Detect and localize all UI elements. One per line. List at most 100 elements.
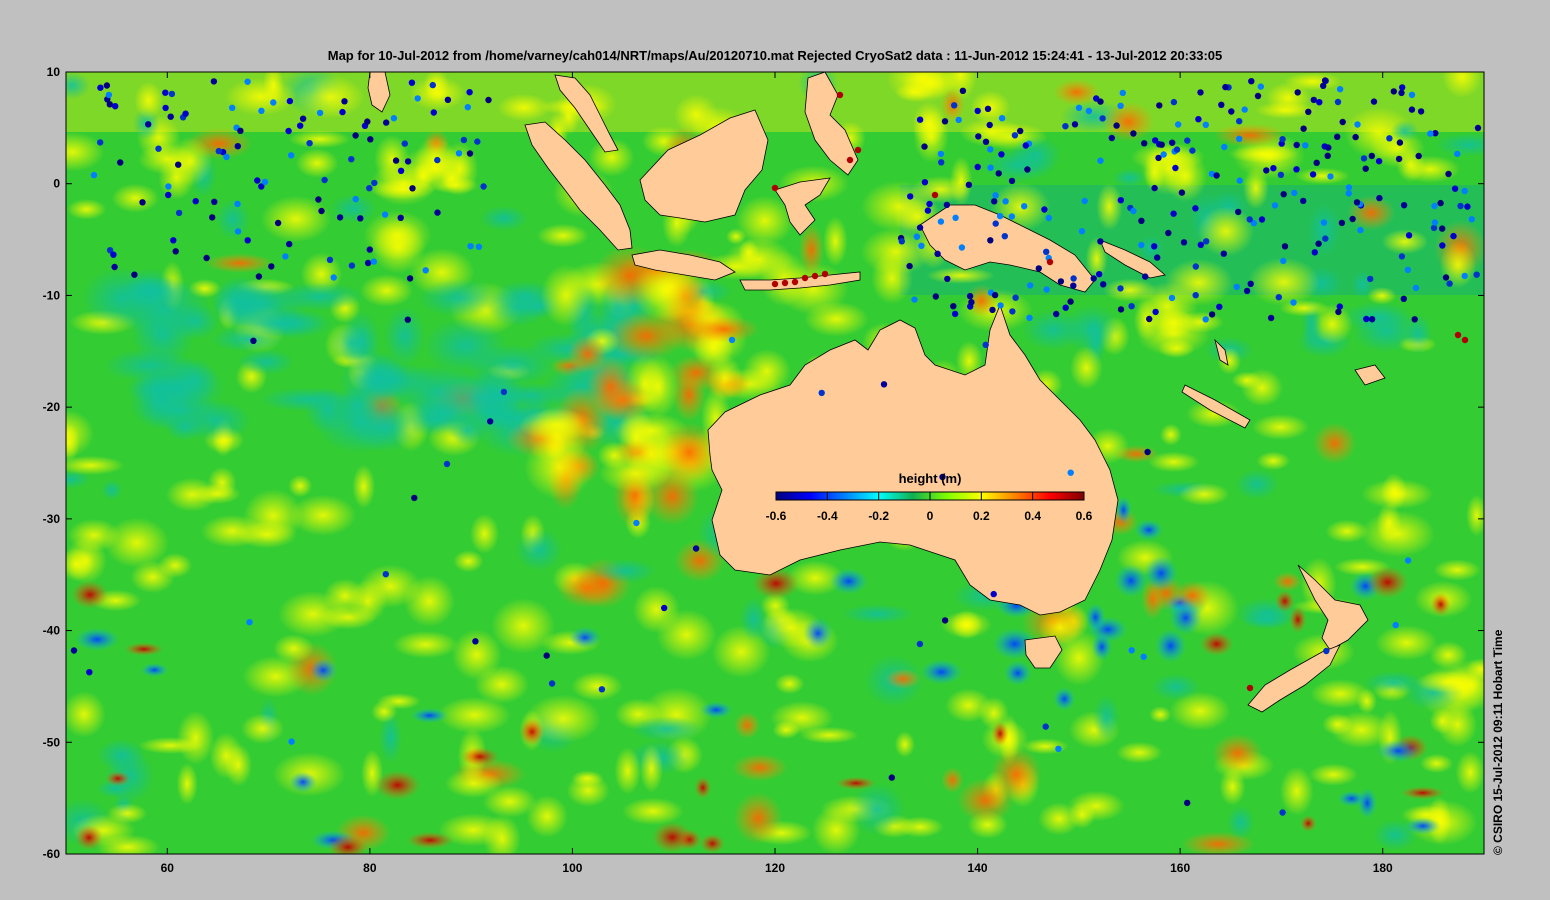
rejected-data-point [155,145,162,152]
eac-eddy [1114,564,1148,598]
rejected-data-point [1464,203,1471,210]
rejected-data-point [1075,104,1083,112]
rejected-data-point [348,262,356,269]
rejected-data-point [352,195,359,203]
rejected-data-point [1280,257,1287,265]
positive-anomaly [1419,753,1454,774]
rejected-data-point [336,214,344,221]
rejected-data-point [1246,216,1253,223]
rejected-data-point [916,224,924,231]
rejected-data-point [254,177,261,184]
rejected-data-point [911,296,918,303]
mesoscale-eddy [410,708,449,723]
rejected-data-point [931,191,939,199]
rejected-data-point [255,273,263,280]
negative-anomaly [215,199,250,240]
rejected-data-point [1236,177,1243,184]
rejected-data-point [422,267,429,274]
rejected-data-point [86,669,93,676]
rejected-data-point [430,109,437,116]
positive-anomaly [296,75,365,119]
rejected-data-point [1138,241,1145,249]
rejected-data-point [1002,198,1009,205]
positive-anomaly [632,585,681,634]
rejected-data-point [1175,121,1182,128]
rejected-data-point [444,96,452,104]
rejected-data-point [1184,799,1191,807]
rejected-data-point [364,118,371,125]
positive-anomaly [1178,482,1230,506]
rejected-data-point [1170,210,1177,217]
rejected-data-point [1310,96,1318,104]
negative-anomaly [1234,469,1279,500]
positive-anomaly [1433,559,1482,581]
rejected-data-point [1404,266,1412,273]
rejected-data-point [406,275,414,282]
rejected-data-point [460,136,468,144]
rejected-data-point [203,254,210,262]
rejected-data-point [791,278,799,286]
rejected-data-point [112,103,119,110]
rejected-data-point [1281,243,1289,250]
rejected-data-point [1400,202,1408,209]
negative-anomaly-band [235,310,323,337]
positive-anomaly [66,691,106,738]
negative-anomaly-band [329,324,376,363]
rejected-data-point [811,272,819,280]
rejected-data-point [1017,127,1024,135]
positive-anomaly [1278,299,1330,317]
rejected-data-point [543,652,550,659]
mesoscale-eddy [920,659,963,685]
rejected-data-point [411,494,418,502]
negative-anomaly-band [383,306,426,366]
rejected-data-point [165,191,172,199]
positive-anomaly [1231,371,1262,390]
mesoscale-eddy [74,628,120,651]
lat-tick-label: -10 [43,288,61,302]
rejected-data-point [941,118,949,125]
lat-tick-label: -20 [43,400,61,414]
positive-anomaly [1279,766,1314,816]
rejected-data-point [1468,216,1476,223]
rejected-data-point [326,256,334,263]
colorbar-tick-label: 0 [927,509,934,523]
positive-anomaly [639,744,664,793]
rejected-data-point [464,104,471,111]
rejected-data-point [924,207,932,214]
rejected-data-point [989,306,996,314]
positive-anomaly [1115,741,1163,764]
rejected-data-point [1334,98,1342,106]
mesoscale-eddy [1053,687,1076,711]
rejected-data-point [1396,139,1404,146]
rejected-data-point [139,199,146,206]
rejected-data-point [1431,202,1438,210]
lat-tick-label: 10 [47,65,61,79]
positive-anomaly [469,513,500,554]
lon-tick-label: 140 [968,861,988,875]
rejected-data-point [487,418,494,425]
colorbar-title: height (m) [899,471,962,486]
rejected-data-point [958,244,966,251]
rejected-data-point [1412,284,1420,292]
rejected-data-point [1320,219,1328,226]
positive-anomaly [483,814,521,854]
rejected-data-point [984,105,992,113]
rejected-data-point [1375,158,1383,165]
negative-anomaly [1390,120,1419,142]
rejected-data-point [472,638,479,645]
rejected-data-point [771,184,779,192]
positive-anomaly [1251,414,1310,440]
rejected-data-point [1208,311,1216,318]
rejected-data-point [172,248,179,255]
rejected-data-point [975,133,982,140]
mesoscale-eddy [1200,632,1234,656]
rejected-data-point [1071,121,1079,128]
rejected-data-point [299,115,307,122]
rejected-data-point [215,147,222,155]
rejected-data-point [818,389,825,397]
colorbar-tick-label: 0.2 [973,509,990,523]
rejected-data-point [1395,155,1403,163]
positive-anomaly [614,747,642,795]
lat-tick-label: -60 [43,847,61,861]
rejected-data-point [1386,135,1393,142]
